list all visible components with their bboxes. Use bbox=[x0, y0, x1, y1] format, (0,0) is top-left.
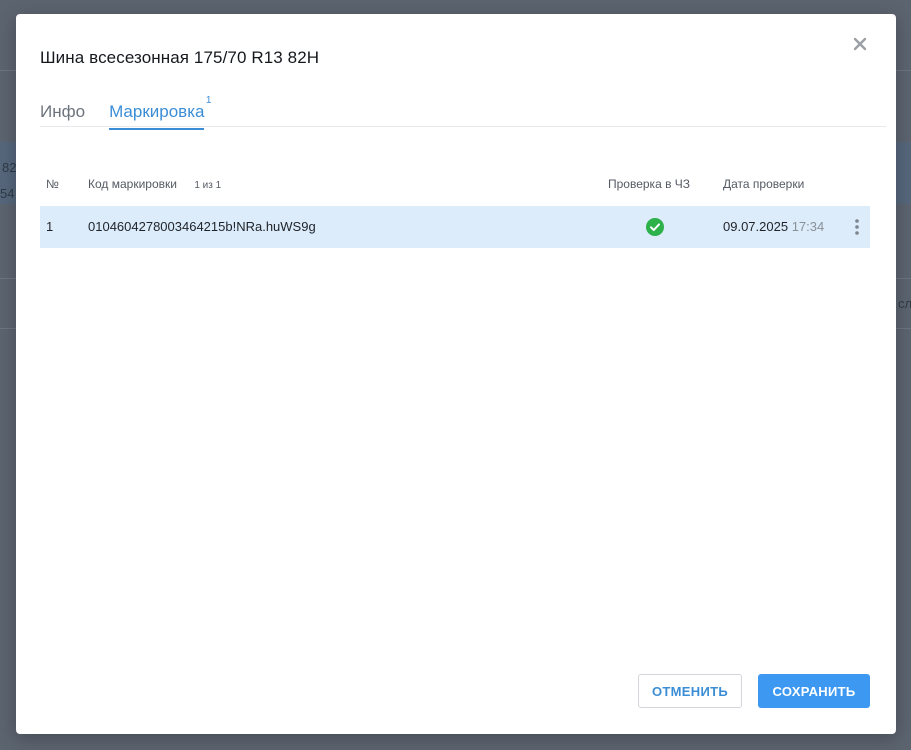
tab-marking-count-badge: 1 bbox=[205, 95, 212, 106]
row-number: 1 bbox=[46, 219, 54, 234]
table-header: № Код маркировки 1 из 1 Проверка в ЧЗ Да… bbox=[40, 174, 870, 196]
tabs-divider bbox=[40, 126, 886, 127]
close-button[interactable] bbox=[850, 34, 870, 54]
background-text-fragment: сл bbox=[898, 296, 911, 311]
code-count-indicator: 1 из 1 bbox=[194, 180, 222, 191]
tab-info[interactable]: Инфо bbox=[40, 102, 85, 128]
marking-modal: Шина всесезонная 175/70 R13 82H Инфо Мар… bbox=[16, 14, 896, 734]
modal-tabs: Инфо Маркировка 1 bbox=[40, 95, 228, 130]
close-icon bbox=[853, 37, 867, 51]
check-date-value: 09.07.2025 bbox=[723, 219, 789, 234]
row-menu-button[interactable] bbox=[850, 218, 864, 236]
modal-title: Шина всесезонная 175/70 R13 82H bbox=[40, 48, 320, 67]
marking-table: № Код маркировки 1 из 1 Проверка в ЧЗ Да… bbox=[40, 174, 870, 248]
column-header-code: Код маркировки 1 из 1 bbox=[88, 177, 221, 191]
active-tab-indicator bbox=[109, 128, 205, 130]
tab-info-label: Инфо bbox=[40, 102, 86, 121]
column-header-code-label: Код маркировки bbox=[88, 177, 177, 191]
column-header-number: № bbox=[46, 177, 59, 191]
column-header-check: Проверка в ЧЗ bbox=[608, 177, 691, 191]
check-date: 09.07.2025 17:34 bbox=[723, 219, 824, 234]
tab-marking-label: Маркировка bbox=[109, 102, 205, 121]
background-text-fragment: 82 bbox=[2, 160, 17, 175]
save-button[interactable]: СОХРАНИТЬ bbox=[758, 674, 870, 708]
marking-code: 0104604278003464215b!NRa.huWS9g bbox=[88, 219, 316, 234]
check-circle-icon bbox=[646, 218, 664, 236]
cancel-button[interactable]: ОТМЕНИТЬ bbox=[638, 674, 742, 708]
background-text-fragment: 54 bbox=[0, 186, 15, 201]
table-row[interactable]: 1 0104604278003464215b!NRa.huWS9g 09.07.… bbox=[40, 206, 870, 248]
column-header-date: Дата проверки bbox=[723, 177, 805, 191]
tab-marking[interactable]: Маркировка 1 bbox=[109, 95, 211, 130]
kebab-menu-icon bbox=[855, 219, 859, 235]
check-time-value: 17:34 bbox=[791, 219, 825, 234]
